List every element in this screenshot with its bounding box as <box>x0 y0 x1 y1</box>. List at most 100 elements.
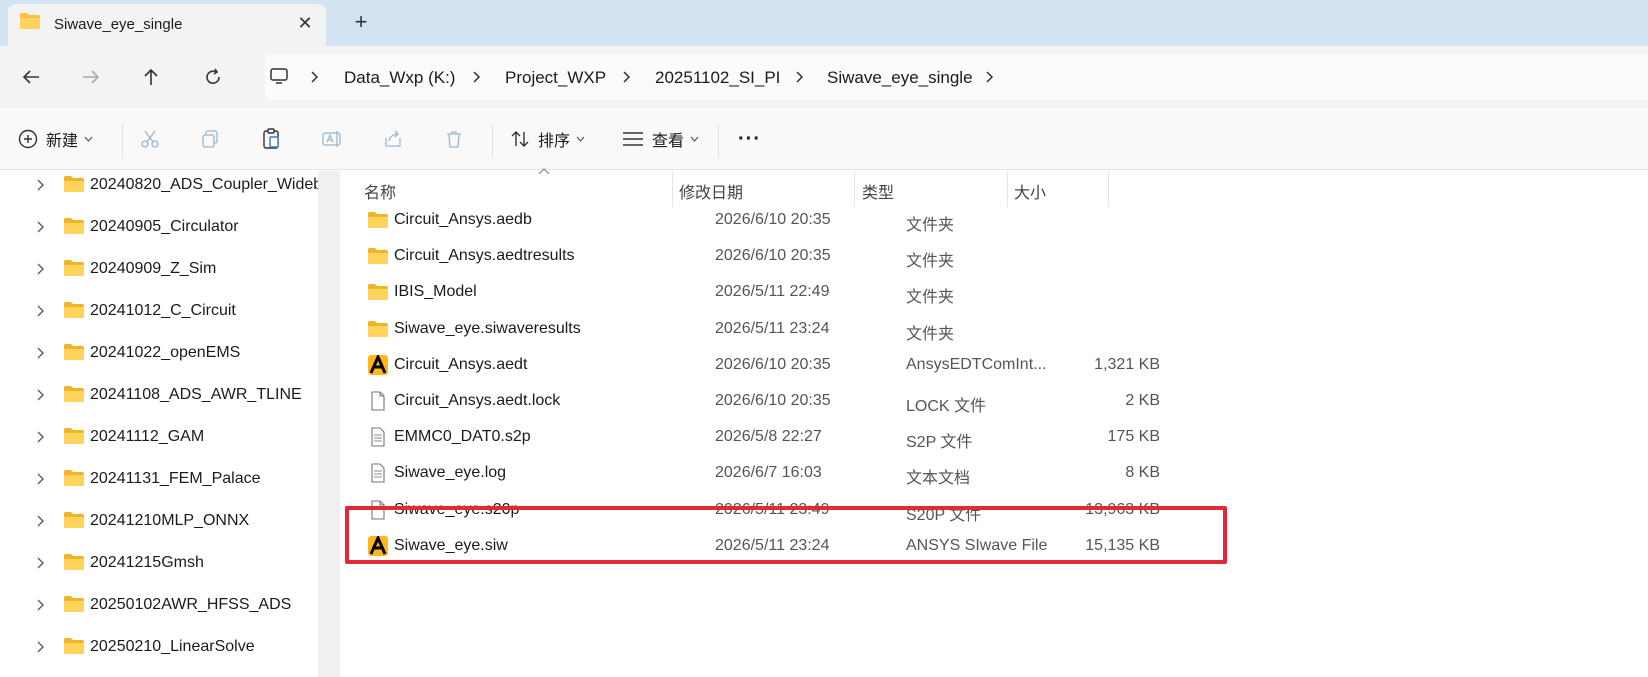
chevron-right-icon[interactable] <box>36 263 46 275</box>
chevron-right-icon[interactable] <box>983 67 997 87</box>
folder-icon <box>368 320 388 337</box>
chevron-right-icon[interactable] <box>36 389 46 401</box>
sidebar-item-label: 20241022_openEMS <box>90 344 241 361</box>
column-header-type[interactable]: 类型 <box>862 179 894 203</box>
sort-label: 排序 <box>538 133 571 150</box>
file-row[interactable]: Circuit_Ansys.aedt 2026/6/10 20:35 AnsysED… <box>340 346 1160 384</box>
chevron-right-icon[interactable] <box>36 179 46 191</box>
sidebar-item[interactable]: 20250210_LinearSolve <box>0 627 318 667</box>
up-button[interactable] <box>134 60 168 94</box>
chevron-right-icon <box>623 71 631 83</box>
file-row[interactable]: IBIS_Model 2026/5/11 22:49 文件夹 <box>340 273 1140 311</box>
file-row[interactable]: Circuit_Ansys.aedt.lock 2026/6/10 20:35 LO… <box>340 382 1160 420</box>
folder-icon <box>64 344 84 360</box>
sidebar-item[interactable]: 20250102AWR_HFSS_ADS <box>0 585 318 625</box>
copy-button[interactable] <box>200 122 220 156</box>
sidebar-item[interactable]: 20241108_ADS_AWR_TLINE <box>0 375 318 415</box>
chevron-right-icon[interactable] <box>36 515 46 527</box>
file-type: 文件夹 <box>906 217 955 234</box>
rename-icon <box>322 131 341 147</box>
file-list: 名称 修改日期 类型 大小 Circuit_Ansys.aedb 2026/6/1… <box>340 168 1648 677</box>
folder-icon <box>64 386 84 402</box>
sidebar-item[interactable]: 20240909_Z_Sim <box>0 249 318 289</box>
back-button[interactable] <box>14 60 48 94</box>
sidebar-item-label: 20241131_FEM_Palace <box>90 470 261 487</box>
file-name: Siwave_eye.siwaveresults <box>394 319 581 337</box>
refresh-button[interactable] <box>196 60 230 94</box>
more-options-button[interactable]: ··· <box>738 122 761 156</box>
folder-icon <box>64 638 84 654</box>
file-type: 文件夹 <box>906 253 955 271</box>
breadcrumb-data-wxp[interactable]: Data_Wxp (K:) <box>344 68 455 88</box>
file-row[interactable]: Siwave_eye.siwaveresults 2026/5/11 23:24 文… <box>340 310 1140 348</box>
folder-icon <box>64 554 84 570</box>
chevron-right-icon[interactable] <box>36 473 46 485</box>
file-row[interactable]: Circuit_Ansys.aedb 2026/6/10 20:35 文件夹 <box>340 201 1140 239</box>
file-date: 2026/6/10 20:35 <box>715 247 831 265</box>
forward-button[interactable] <box>74 60 108 94</box>
folder-icon <box>64 176 84 192</box>
folder-icon <box>64 302 84 318</box>
sidebar-item[interactable]: 20240820_ADS_Coupler_Wideband <box>0 171 318 205</box>
sidebar-item[interactable]: 20241131_FEM_Palace <box>0 459 318 499</box>
chevron-right-icon[interactable] <box>36 431 46 443</box>
sidebar-item[interactable]: 20241210MLP_ONNX <box>0 501 318 541</box>
chevron-right-icon[interactable] <box>36 599 46 611</box>
file-row[interactable]: Circuit_Ansys.aedtresults 2026/6/10 20:35… <box>340 237 1140 275</box>
tab-siwave-eye-single[interactable]: Siwave_eye_single ✕ <box>8 4 326 46</box>
chevron-down-icon <box>690 136 699 142</box>
scrollbar[interactable] <box>318 171 340 677</box>
chevron-right-icon <box>473 71 481 83</box>
sidebar-item[interactable]: 20241022_openEMS <box>0 333 318 373</box>
file-row[interactable]: Siwave_eye.log 2026/6/7 16:03 文本文档 8 KB <box>340 454 1160 492</box>
sort-button[interactable]: 排序 <box>510 122 585 156</box>
file-name: Circuit_Ansys.aedtresults <box>394 247 575 265</box>
rename-button[interactable] <box>322 122 344 156</box>
new-tab-button[interactable]: + <box>346 8 376 38</box>
sidebar-item[interactable]: 20241012_C_Circuit <box>0 291 318 331</box>
breadcrumb-si-pi[interactable]: 20251102_SI_PI <box>655 68 780 88</box>
sidebar-item[interactable]: 20241112_GAM <box>0 417 318 457</box>
clipboard-icon <box>263 128 279 149</box>
sidebar-item[interactable]: 20241215Gmsh <box>0 543 318 583</box>
column-header-size[interactable]: 大小 <box>1014 179 1046 203</box>
scissors-icon <box>141 130 159 148</box>
folder-icon <box>64 218 84 234</box>
share-button[interactable] <box>383 122 403 156</box>
sidebar-item[interactable]: 20240905_Circulator <box>0 207 318 247</box>
sidebar-item-label: 20240905_Circulator <box>90 218 239 235</box>
file-type: LOCK 文件 <box>906 398 987 415</box>
new-label: 新建 <box>46 133 79 150</box>
file-icon <box>371 391 385 411</box>
chevron-right-icon[interactable] <box>36 221 46 233</box>
chevron-right-icon[interactable] <box>36 347 46 359</box>
sidebar-item-label: 20241215Gmsh <box>90 554 204 571</box>
file-name: Siwave_eye.log <box>394 464 507 482</box>
folder-icon <box>64 428 84 444</box>
folder-icon <box>368 212 388 228</box>
new-button[interactable]: 新建 <box>18 122 93 156</box>
chevron-right-icon[interactable] <box>36 641 46 653</box>
sidebar-item-label: 20241112_GAM <box>90 428 205 445</box>
file-size: 8 KB <box>1125 464 1160 482</box>
folder-icon <box>64 470 84 486</box>
ansys-icon <box>368 354 388 375</box>
close-icon[interactable]: ✕ <box>294 12 316 34</box>
column-header-date[interactable]: 修改日期 <box>679 179 743 203</box>
file-size: 1,321 KB <box>1094 355 1160 373</box>
delete-button[interactable] <box>444 122 464 156</box>
column-header-name[interactable]: 名称 <box>364 179 396 203</box>
arrow-up-icon <box>144 68 158 85</box>
breadcrumb-project-wxp[interactable]: Project_WXP <box>505 68 606 88</box>
sidebar-item-label: 20240909_Z_Sim <box>90 260 217 277</box>
chevron-right-icon[interactable] <box>36 557 46 569</box>
navigation-pane: 20240820_ADS_Coupler_Wideband 20240905_Ci… <box>0 171 318 677</box>
chevron-right-icon[interactable] <box>36 305 46 317</box>
view-button[interactable]: 查看 <box>622 122 699 156</box>
breadcrumb-siwave-eye-single[interactable]: Siwave_eye_single <box>827 68 973 88</box>
cut-button[interactable] <box>140 122 160 156</box>
address-bar[interactable]: Data_Wxp (K:) Project_WXP 20251102_SI_PI… <box>265 54 1648 100</box>
file-row[interactable]: EMMC0_DAT0.s2p 2026/5/8 22:27 S2P 文件 175 KB <box>340 418 1160 456</box>
file-type: 文件夹 <box>906 325 955 343</box>
paste-button[interactable] <box>261 122 281 156</box>
